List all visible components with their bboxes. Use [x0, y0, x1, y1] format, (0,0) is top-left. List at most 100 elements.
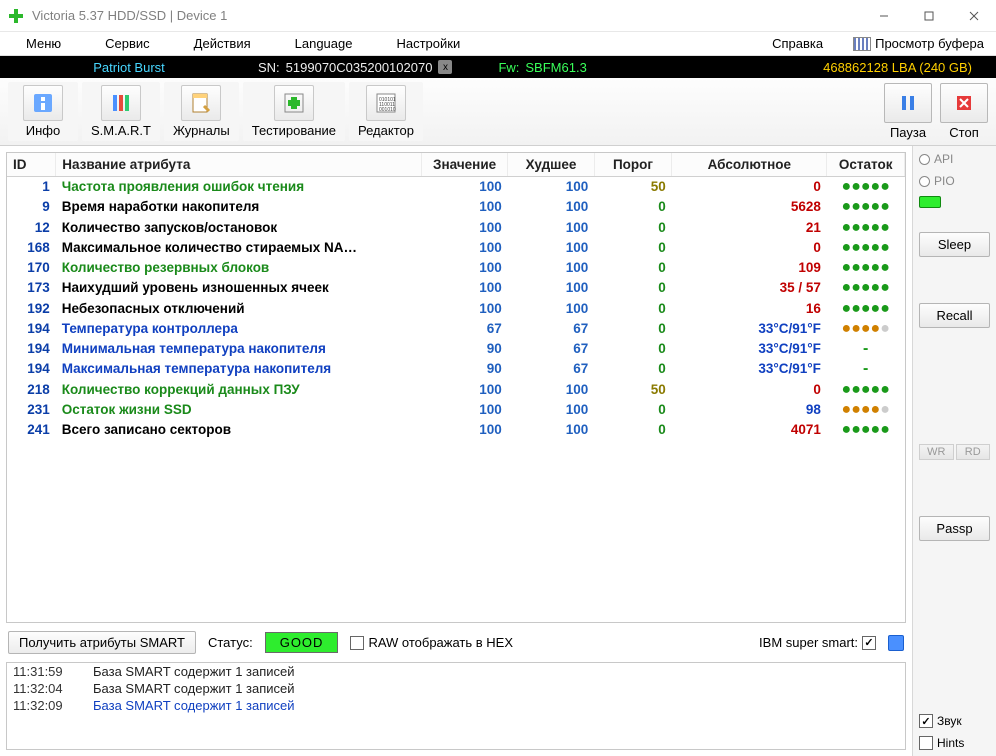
th-worst[interactable]: Худшее: [508, 153, 594, 177]
cell-rest: ●●●●●: [827, 400, 905, 420]
passp-button[interactable]: Passp: [919, 516, 990, 541]
cell-rest: -: [827, 359, 905, 379]
tab-testing[interactable]: Тестирование: [243, 82, 345, 141]
cell-worst: 100: [508, 197, 594, 217]
recall-button[interactable]: Recall: [919, 303, 990, 328]
table-row[interactable]: 168Максимальное количество стираемых NA……: [7, 238, 905, 258]
get-smart-button[interactable]: Получить атрибуты SMART: [8, 631, 196, 654]
stop-button[interactable]: [940, 83, 988, 123]
status-label: Статус:: [208, 635, 253, 650]
log-row: 11:31:59База SMART содержит 1 записей: [7, 663, 905, 680]
table-row[interactable]: 194Температура контроллера6767033°C/91°F…: [7, 319, 905, 339]
cell-value: 100: [421, 420, 507, 440]
tab-journals[interactable]: Журналы: [164, 82, 239, 141]
cell-id: 1: [7, 177, 56, 198]
radio-icon: [919, 154, 930, 165]
cell-id: 241: [7, 420, 56, 440]
pause-button[interactable]: [884, 83, 932, 123]
smart-table-container: ID Название атрибута Значение Худшее Пор…: [6, 152, 906, 623]
cell-worst: 67: [508, 319, 594, 339]
table-row[interactable]: 241Всего записано секторов10010004071●●●…: [7, 420, 905, 440]
tab-info[interactable]: Инфо: [8, 82, 78, 141]
cell-abs: 21: [672, 218, 827, 238]
cell-rest: ●●●●●: [827, 238, 905, 258]
cell-name: Максимальное количество стираемых NA…: [56, 238, 422, 258]
smart-table: ID Название атрибута Значение Худшее Пор…: [7, 153, 905, 440]
title-bar: Victoria 5.37 HDD/SSD | Device 1: [0, 0, 996, 32]
ibm-picker-button[interactable]: [888, 635, 904, 651]
sleep-button[interactable]: Sleep: [919, 232, 990, 257]
table-row[interactable]: 1Частота проявления ошибок чтения1001005…: [7, 177, 905, 198]
cell-thresh: 0: [594, 400, 672, 420]
menu-main[interactable]: Меню: [4, 34, 83, 53]
table-row[interactable]: 12Количество запусков/остановок100100021…: [7, 218, 905, 238]
table-row[interactable]: 218Количество коррекций данных ПЗУ100100…: [7, 380, 905, 400]
table-row[interactable]: 173Наихудший уровень изношенных ячеек100…: [7, 278, 905, 298]
device-model: Patriot Burst: [6, 60, 252, 75]
menu-help[interactable]: Справка: [750, 34, 845, 53]
th-rest[interactable]: Остаток: [827, 153, 905, 177]
cell-rest: ●●●●●: [827, 380, 905, 400]
table-row[interactable]: 194Минимальная температура накопителя906…: [7, 339, 905, 359]
maximize-button[interactable]: [906, 1, 951, 31]
th-id[interactable]: ID: [7, 153, 56, 177]
tab-editor[interactable]: 010101 110011 001010 Редактор: [349, 82, 423, 141]
cell-worst: 100: [508, 400, 594, 420]
checkbox-icon: [919, 714, 933, 728]
table-row[interactable]: 9Время наработки накопителя10010005628●●…: [7, 197, 905, 217]
menu-service[interactable]: Сервис: [83, 34, 172, 53]
api-radio[interactable]: API: [919, 152, 990, 166]
menu-bar: Меню Сервис Действия Language Настройки …: [0, 32, 996, 56]
table-row[interactable]: 170Количество резервных блоков1001000109…: [7, 258, 905, 278]
cell-rest: -: [827, 339, 905, 359]
th-abs[interactable]: Абсолютное: [672, 153, 827, 177]
minimize-button[interactable]: [861, 1, 906, 31]
th-name[interactable]: Название атрибута: [56, 153, 422, 177]
log-row: 11:32:09База SMART содержит 1 записей: [7, 697, 905, 714]
cell-value: 100: [421, 177, 507, 198]
cell-name: Время наработки накопителя: [56, 197, 422, 217]
pio-radio[interactable]: PIO: [919, 174, 990, 188]
ibm-label: IBM super smart:: [759, 635, 858, 650]
cell-thresh: 0: [594, 420, 672, 440]
sn-clear-button[interactable]: x: [438, 60, 452, 74]
cell-thresh: 0: [594, 319, 672, 339]
menu-language[interactable]: Language: [273, 34, 375, 53]
editor-icon: 010101 110011 001010: [366, 85, 406, 121]
tab-smart[interactable]: S.M.A.R.T: [82, 82, 160, 141]
wr-button[interactable]: WR: [919, 444, 954, 460]
log-pane[interactable]: 11:31:59База SMART содержит 1 записей 11:…: [6, 662, 906, 750]
smart-controls-bar: Получить атрибуты SMART Статус: GOOD RAW…: [6, 627, 906, 658]
cell-abs: 0: [672, 238, 827, 258]
table-row[interactable]: 231Остаток жизни SSD100100098●●●●●: [7, 400, 905, 420]
cell-name: Минимальная температура накопителя: [56, 339, 422, 359]
th-thresh[interactable]: Порог: [594, 153, 672, 177]
sn-value: 5199070C035200102070: [286, 60, 433, 75]
cell-worst: 100: [508, 420, 594, 440]
close-button[interactable]: [951, 1, 996, 31]
log-timestamp: 11:32:09: [13, 698, 79, 713]
rd-button[interactable]: RD: [956, 444, 991, 460]
table-row[interactable]: 192Небезопасных отключений100100016●●●●●: [7, 299, 905, 319]
hints-checkbox[interactable]: Hints: [919, 736, 990, 750]
cell-worst: 67: [508, 359, 594, 379]
cell-rest: ●●●●●: [827, 278, 905, 298]
cell-name: Максимальная температура накопителя: [56, 359, 422, 379]
checkbox-icon: [862, 636, 876, 650]
ibm-smart-checkbox[interactable]: IBM super smart:: [759, 635, 876, 650]
table-row[interactable]: 194Максимальная температура накопителя90…: [7, 359, 905, 379]
cell-abs: 35 / 57: [672, 278, 827, 298]
raw-hex-checkbox[interactable]: RAW отображать в HEX: [350, 635, 513, 650]
cell-id: 194: [7, 359, 56, 379]
cell-value: 90: [421, 359, 507, 379]
cell-value: 100: [421, 197, 507, 217]
th-value[interactable]: Значение: [421, 153, 507, 177]
view-buffer-button[interactable]: Просмотр буфера: [845, 34, 992, 53]
menu-actions[interactable]: Действия: [172, 34, 273, 53]
status-value: GOOD: [265, 632, 339, 653]
sound-checkbox[interactable]: Звук: [919, 714, 990, 728]
device-info-bar: Patriot Burst SN: 5199070C035200102070 x…: [0, 56, 996, 78]
checkbox-icon: [919, 736, 933, 750]
cell-worst: 100: [508, 177, 594, 198]
menu-settings[interactable]: Настройки: [374, 34, 482, 53]
